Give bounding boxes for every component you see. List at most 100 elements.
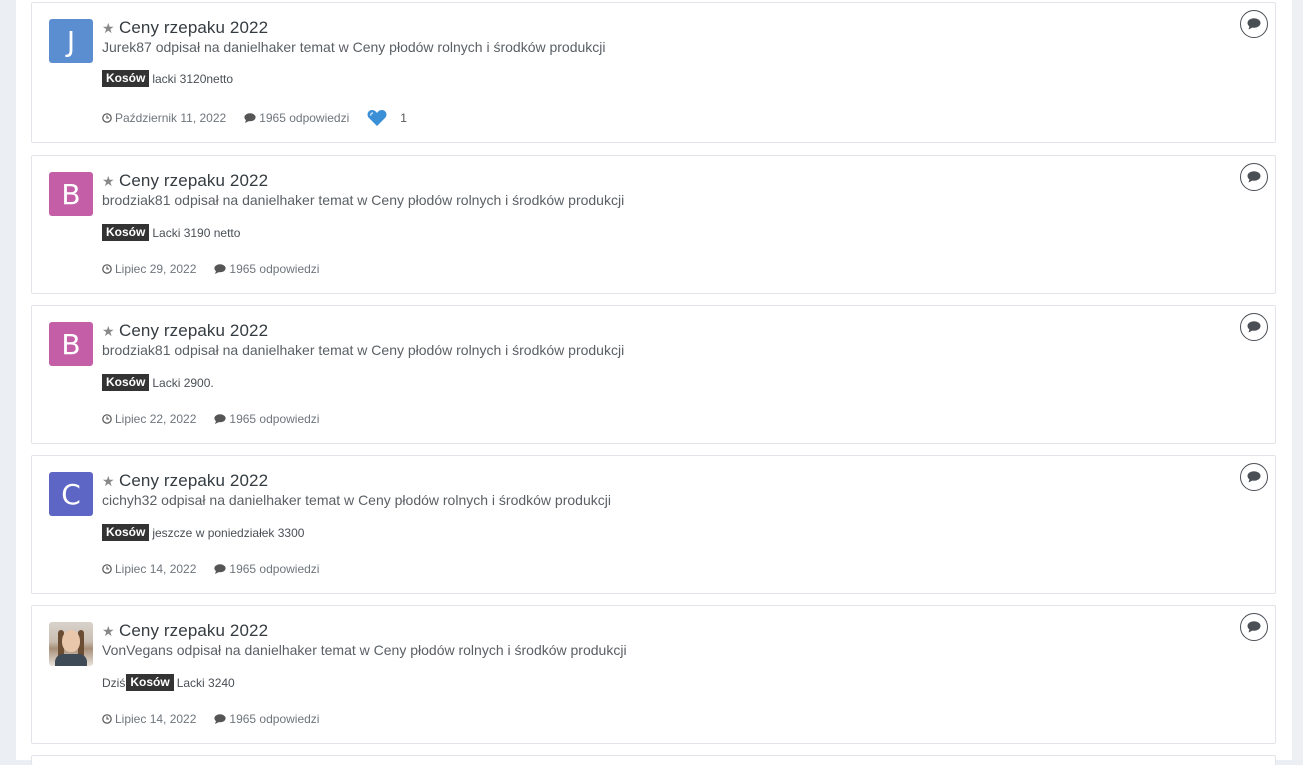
reply-count: 1965 odpowiedzi [244,111,349,125]
clock-icon [102,564,112,574]
target-user-link[interactable]: danielhaker [229,492,301,508]
post-snippet: Kosów Lacki 2900. [102,374,214,391]
activity-card [31,755,1276,765]
forum-link[interactable]: Ceny płodów rolnych i środków produkcji [374,642,627,658]
post-meta: Lipiec 14, 2022 1965 odpowiedzi [102,712,337,726]
snippet-text: Lacki 3240 [176,675,235,690]
activity-card: J ★ Ceny rzepaku 2022 Jurek87 odpisał na… [31,2,1276,143]
activity-card: ★ Ceny rzepaku 2022 VonVegans odpisał na… [31,605,1276,744]
post-title[interactable]: Ceny rzepaku 2022 [119,171,268,191]
author-link[interactable]: Jurek87 [102,39,152,55]
comment-icon [1247,321,1261,333]
date-text[interactable]: Lipiec 14, 2022 [115,562,196,576]
author-link[interactable]: cichyh32 [102,492,157,508]
target-user-link[interactable]: danielhaker [242,342,314,358]
temat-text: temat w [299,39,349,55]
verb-text: odpisał na [174,192,239,208]
temat-text: temat w [318,192,368,208]
star-icon: ★ [102,473,115,489]
post-date: Lipiec 14, 2022 [102,712,196,726]
post-snippet: Kosów lacki 3120netto [102,70,233,87]
date-text[interactable]: Lipiec 14, 2022 [115,712,196,726]
date-text[interactable]: Lipiec 22, 2022 [115,412,196,426]
temat-text: temat w [305,492,355,508]
comment-icon [214,564,227,574]
tag-badge[interactable]: Kosów [102,70,150,87]
scrollbar-track[interactable] [1292,0,1303,760]
avatar[interactable]: B [49,322,93,366]
reply-count: 1965 odpowiedzi [214,412,319,426]
forum-link[interactable]: Ceny płodów rolnych i środków produkcji [371,192,624,208]
star-icon: ★ [102,20,115,36]
author-link[interactable]: VonVegans [102,642,173,658]
forum-link[interactable]: Ceny płodów rolnych i środków produkcji [371,342,624,358]
reaction[interactable]: 1 [367,109,407,127]
snippet-text: Lacki 2900. [152,375,214,390]
clock-icon [102,264,112,274]
avatar[interactable]: J [49,19,93,63]
tag-badge[interactable]: Kosów [126,674,174,691]
date-text[interactable]: Październik 11, 2022 [115,111,226,125]
verb-text: odpisał na [176,642,241,658]
reply-button[interactable] [1240,463,1268,491]
snippet-prefix: Dziś [102,675,126,690]
byline: VonVegans odpisał na danielhaker temat w… [102,642,627,658]
reply-button[interactable] [1240,613,1268,641]
clock-icon [102,113,112,123]
star-icon: ★ [102,623,115,639]
post-meta: Lipiec 29, 2022 1965 odpowiedzi [102,262,337,276]
author-link[interactable]: brodziak81 [102,192,171,208]
post-date: Lipiec 29, 2022 [102,262,196,276]
reply-button[interactable] [1240,163,1268,191]
clock-icon [102,414,112,424]
like-count: 1 [400,111,407,125]
reply-count-text: 1965 odpowiedzi [229,562,320,576]
snippet-text: jeszcze w poniedziałek 3300 [152,525,305,540]
verb-text: odpisał na [161,492,225,508]
tag-badge[interactable]: Kosów [102,224,150,241]
post-title[interactable]: Ceny rzepaku 2022 [119,321,268,341]
comment-icon [214,264,227,274]
post-meta: Październik 11, 2022 1965 odpowiedzi 1 [102,109,425,127]
post-snippet: Kosów jeszcze w poniedziałek 3300 [102,524,304,541]
post-title[interactable]: Ceny rzepaku 2022 [119,621,268,641]
author-link[interactable]: brodziak81 [102,342,171,358]
reply-count-text: 1965 odpowiedzi [229,262,320,276]
reply-count-text: 1965 odpowiedzi [229,712,320,726]
post-date: Październik 11, 2022 [102,111,226,125]
star-icon: ★ [102,173,115,189]
activity-card: B ★ Ceny rzepaku 2022 brodziak81 odpisał… [31,305,1276,444]
byline: Jurek87 odpisał na danielhaker temat w C… [102,39,606,55]
byline: brodziak81 odpisał na danielhaker temat … [102,192,624,208]
comment-icon [214,414,227,424]
target-user-link[interactable]: danielhaker [242,192,314,208]
comment-icon [214,714,227,724]
forum-link[interactable]: Ceny płodów rolnych i środków produkcji [353,39,606,55]
verb-text: odpisał na [174,342,239,358]
byline: brodziak81 odpisał na danielhaker temat … [102,342,624,358]
comment-icon [1247,471,1261,483]
forum-link[interactable]: Ceny płodów rolnych i środków produkcji [358,492,611,508]
target-user-link[interactable]: danielhaker [244,642,316,658]
reply-count: 1965 odpowiedzi [214,712,319,726]
verb-text: odpisał na [155,39,220,55]
reply-button[interactable] [1240,10,1268,38]
post-title[interactable]: Ceny rzepaku 2022 [119,18,268,38]
avatar[interactable] [49,622,93,666]
heart-icon[interactable] [367,109,387,127]
post-date: Lipiec 22, 2022 [102,412,196,426]
target-user-link[interactable]: danielhaker [223,39,295,55]
post-snippet: Dziś Kosów Lacki 3240 [102,674,235,691]
byline: cichyh32 odpisał na danielhaker temat w … [102,492,611,508]
avatar[interactable]: C [49,472,93,516]
comment-icon [1247,621,1261,633]
tag-badge[interactable]: Kosów [102,374,150,391]
tag-badge[interactable]: Kosów [102,524,150,541]
comment-icon [244,113,256,123]
avatar[interactable]: B [49,172,93,216]
post-date: Lipiec 14, 2022 [102,562,196,576]
reply-button[interactable] [1240,313,1268,341]
post-title[interactable]: Ceny rzepaku 2022 [119,471,268,491]
reply-count-text: 1965 odpowiedzi [229,412,320,426]
date-text[interactable]: Lipiec 29, 2022 [115,262,196,276]
